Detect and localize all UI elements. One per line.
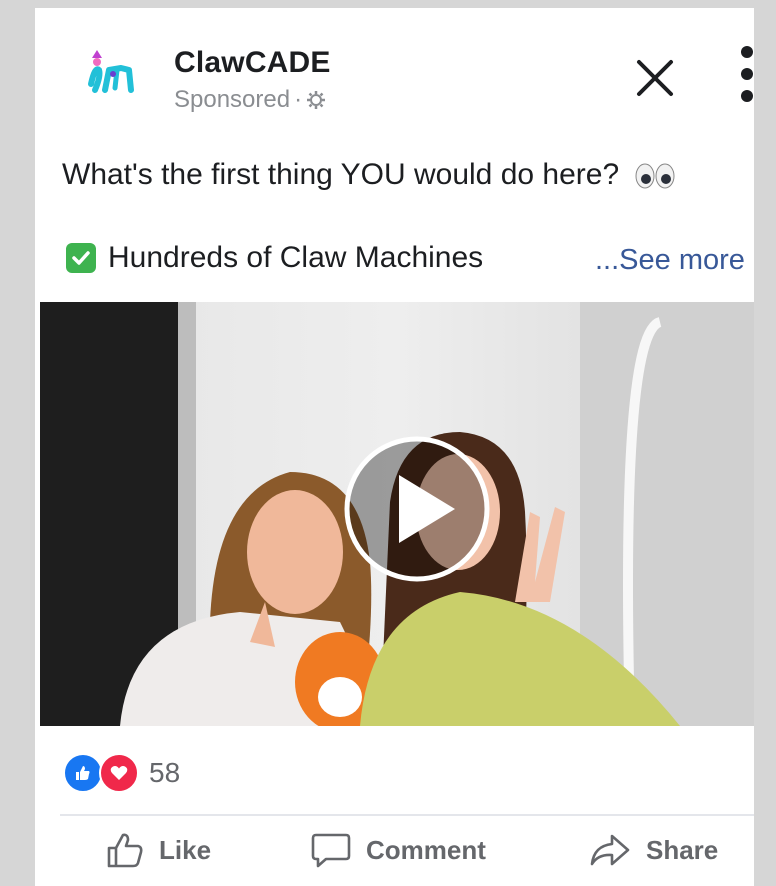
check-mark-icon <box>66 243 96 273</box>
clawcade-logo-icon <box>88 50 134 93</box>
caption-text: What's the first thing YOU would do here… <box>62 158 620 191</box>
like-button[interactable]: Like <box>105 830 211 870</box>
more-options-dot <box>741 90 753 102</box>
gear-icon <box>307 91 326 109</box>
like-reaction-icon <box>63 753 103 793</box>
comment-label: Comment <box>366 834 486 865</box>
feature-line: Hundreds of Claw Machines <box>66 241 483 275</box>
share-icon <box>590 834 630 866</box>
sponsored-post-card: ClawCADE Sponsored · What's the first th… <box>35 8 754 886</box>
post-caption: What's the first thing YOU would do here… <box>62 158 675 192</box>
video-player[interactable] <box>40 302 754 726</box>
more-options-icon <box>741 46 753 58</box>
share-label: Share <box>646 834 719 865</box>
comment-button[interactable]: Comment <box>310 830 486 870</box>
reaction-summary[interactable]: 58 <box>63 753 180 793</box>
action-divider <box>60 814 754 816</box>
share-button[interactable]: Share <box>588 830 718 870</box>
more-options-dot <box>741 68 753 80</box>
close-button[interactable] <box>631 54 679 102</box>
see-more-link[interactable]: ...See more <box>595 244 745 277</box>
like-label: Like <box>159 834 212 865</box>
comment-icon <box>311 833 351 868</box>
sponsored-label[interactable]: Sponsored <box>174 86 290 114</box>
page-name-link[interactable]: ClawCADE <box>174 46 331 80</box>
close-icon <box>637 60 673 96</box>
feature-text: Hundreds of Claw Machines <box>108 241 484 274</box>
reaction-count: 58 <box>149 757 181 788</box>
post-meta: Sponsored · <box>174 86 326 114</box>
love-reaction-icon <box>99 753 139 793</box>
eyes-emoji-icon <box>635 163 675 189</box>
play-icon <box>344 436 490 582</box>
more-options-button[interactable] <box>735 46 754 116</box>
thumbs-up-icon <box>107 833 143 868</box>
page-avatar[interactable] <box>77 40 149 112</box>
play-button[interactable] <box>343 435 491 583</box>
meta-separator: · <box>294 86 303 113</box>
